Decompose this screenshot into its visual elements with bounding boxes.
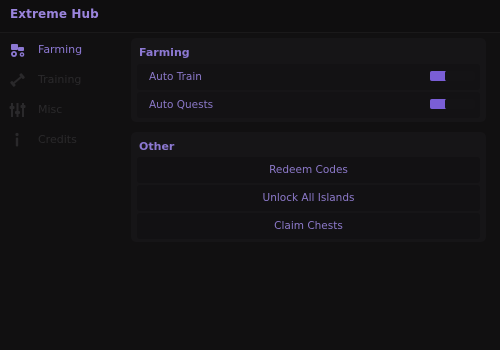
toggle-track: [445, 71, 475, 81]
info-icon: [9, 132, 26, 148]
sidebar-item-training[interactable]: Training: [0, 65, 120, 95]
claim-chests-button[interactable]: Claim Chests: [137, 213, 480, 239]
sidebar-item-credits[interactable]: Credits: [0, 125, 120, 155]
sidebar-item-label: Farming: [38, 43, 83, 56]
title-bar[interactable]: Extreme Hub: [0, 0, 500, 33]
section-title: Farming: [139, 46, 190, 59]
toggle-label: Auto Quests: [149, 99, 214, 111]
unlock-all-islands-button[interactable]: Unlock All Islands: [137, 185, 480, 211]
app-window: Extreme Hub Farming Training Misc Credit…: [0, 0, 500, 350]
toggle-label: Auto Train: [149, 71, 202, 83]
sidebar-item-misc[interactable]: Misc: [0, 95, 120, 125]
dumbbell-icon: [9, 72, 26, 88]
redeem-codes-button[interactable]: Redeem Codes: [137, 157, 480, 183]
sidebar-item-farming[interactable]: Farming: [0, 35, 120, 65]
auto-quests-row[interactable]: Auto Quests: [137, 92, 480, 118]
sidebar-item-label: Misc: [38, 103, 63, 116]
section-title: Other: [139, 140, 175, 153]
app-title: Extreme Hub: [10, 7, 99, 21]
sidebar-item-label: Training: [38, 73, 82, 86]
toggle-track: [445, 99, 475, 109]
farming-section: Farming Auto Train Auto Quests: [131, 38, 486, 122]
other-section: Other Redeem Codes Unlock All Islands Cl…: [131, 132, 486, 242]
tractor-icon: [9, 42, 26, 58]
auto-train-row[interactable]: Auto Train: [137, 64, 480, 90]
sidebar-item-label: Credits: [38, 133, 77, 146]
sidebar: Farming Training Misc Credits: [0, 33, 126, 350]
sliders-icon: [9, 102, 26, 118]
